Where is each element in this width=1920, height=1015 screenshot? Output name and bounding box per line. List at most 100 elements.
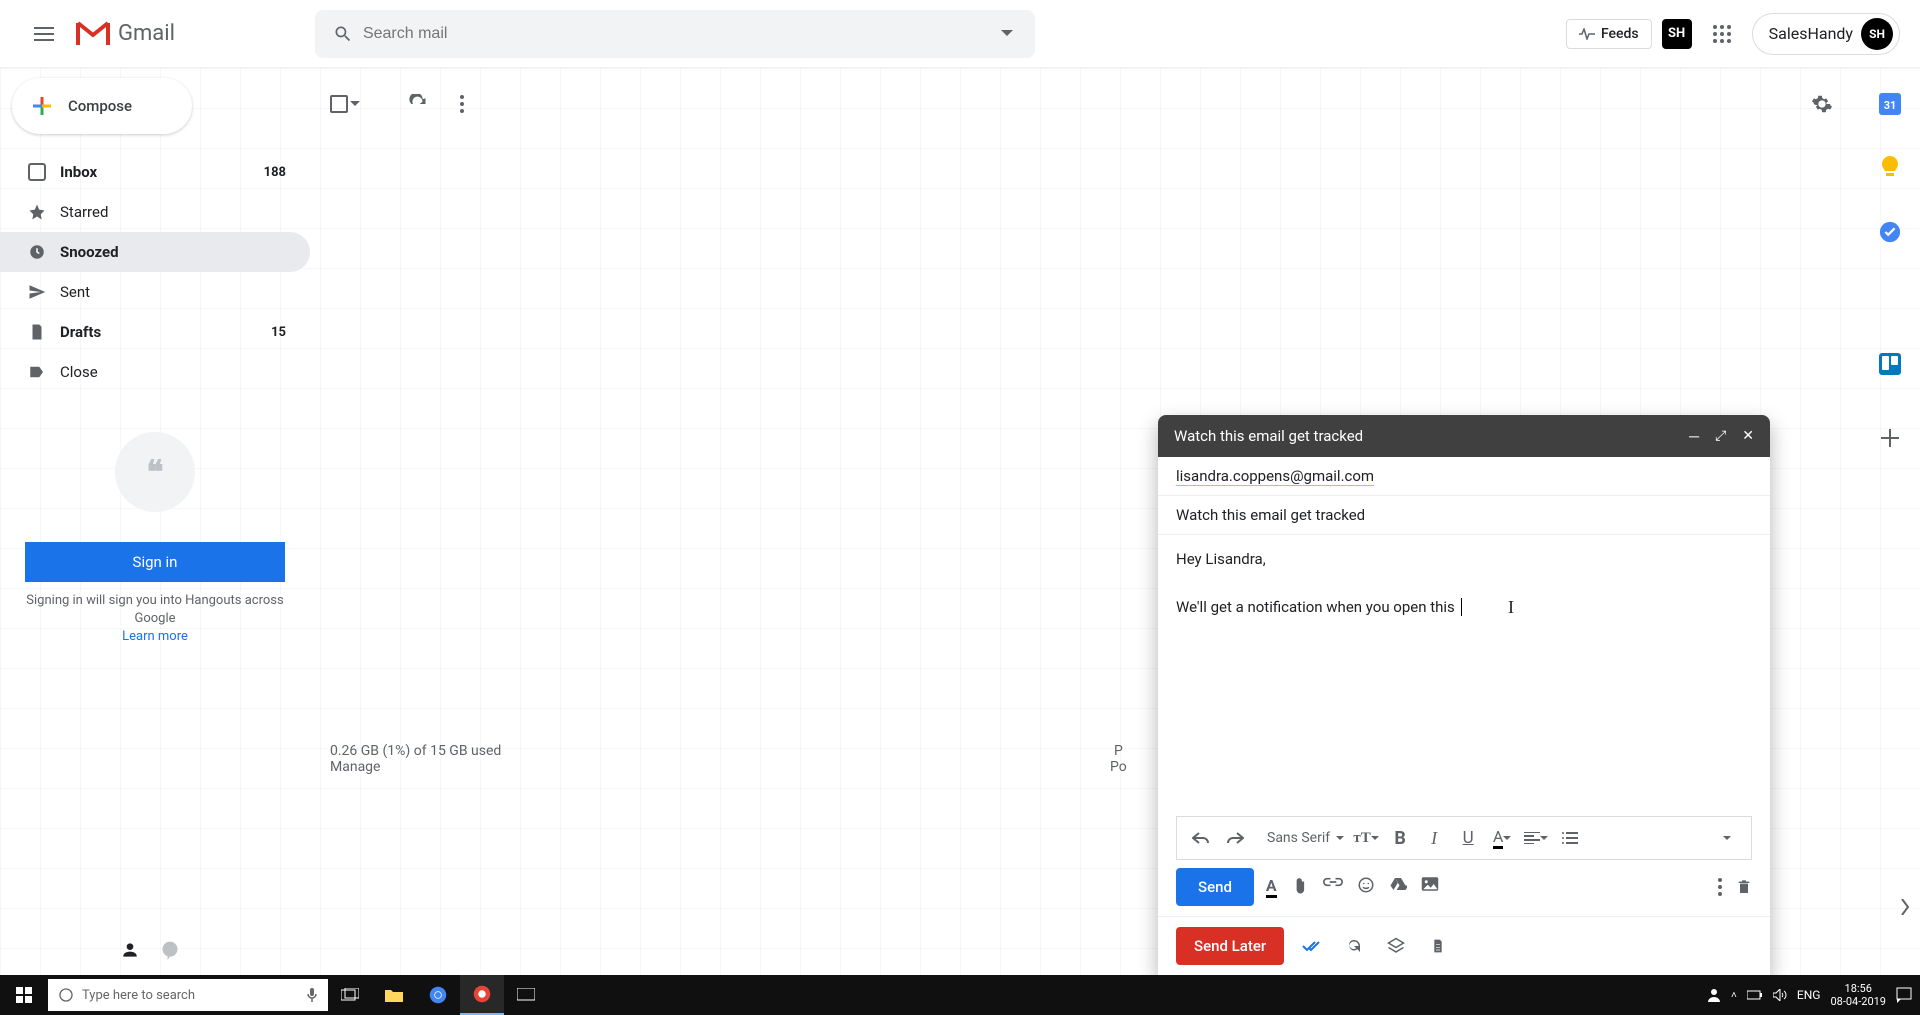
attach-icon[interactable]	[1291, 876, 1309, 896]
send-later-button[interactable]: Send Later	[1176, 927, 1284, 965]
trash-icon[interactable]	[1736, 878, 1752, 896]
side-panel-toggle[interactable]	[1900, 899, 1910, 915]
folder-icon	[385, 988, 403, 1002]
battery-icon[interactable]	[1747, 989, 1763, 1001]
body-line: Hey Lisandra,	[1176, 547, 1752, 571]
keep-addon[interactable]	[1872, 150, 1908, 186]
system-tray: ˄ ENG 18:56 08-04-2019	[1707, 982, 1920, 1008]
sidebar-item-label: Close	[60, 363, 98, 381]
drive-icon[interactable]	[1389, 876, 1407, 892]
minimize-button[interactable]: ─	[1689, 428, 1699, 445]
text-cursor-icon: I	[1508, 593, 1514, 622]
sidebar-item-label: Inbox	[60, 163, 97, 181]
sidebar-item-starred[interactable]: Starred	[0, 192, 310, 232]
main-menu-button[interactable]	[20, 10, 68, 58]
more-format-button[interactable]	[1711, 822, 1743, 854]
gmail-m-icon	[76, 21, 110, 47]
sequence-button[interactable]	[1340, 932, 1368, 960]
underline-button[interactable]: U	[1452, 822, 1484, 854]
more-vert-icon[interactable]	[1718, 878, 1722, 896]
chrome-app[interactable]	[416, 975, 460, 1015]
file-explorer-app[interactable]	[372, 975, 416, 1015]
settings-button[interactable]	[1804, 86, 1840, 122]
font-selector[interactable]: Sans Serif	[1263, 822, 1348, 854]
task-view-button[interactable]	[328, 975, 372, 1015]
volume-icon[interactable]	[1773, 989, 1787, 1001]
taskbar-search[interactable]: Type here to search	[48, 979, 328, 1011]
search-options-button[interactable]	[987, 14, 1027, 54]
recipient-chip[interactable]: lisandra.coppens@gmail.com	[1176, 467, 1374, 486]
bold-button[interactable]: B	[1384, 822, 1416, 854]
tasks-addon[interactable]	[1872, 214, 1908, 250]
image-icon[interactable]	[1421, 876, 1439, 892]
app-generic[interactable]	[504, 975, 548, 1015]
hangouts-signin-button[interactable]: Sign in	[25, 542, 285, 582]
search-input[interactable]	[363, 25, 987, 43]
list-button[interactable]	[1554, 822, 1586, 854]
plus-icon	[1881, 429, 1899, 447]
learn-more-link[interactable]: Learn more	[122, 629, 188, 644]
format-toggle-button[interactable]: A	[1266, 876, 1277, 898]
emoji-icon[interactable]	[1357, 876, 1375, 894]
sidebar-item-close[interactable]: Close	[0, 352, 310, 392]
trello-addon[interactable]	[1872, 346, 1908, 382]
refresh-button[interactable]	[400, 86, 436, 122]
clock-icon	[28, 243, 46, 261]
text-caret	[1461, 598, 1462, 616]
close-button[interactable]: ✕	[1742, 428, 1754, 445]
drafts-icon	[28, 323, 46, 341]
tray-expand[interactable]: ˄	[1731, 990, 1737, 1001]
sidebar-item-sent[interactable]: Sent	[0, 272, 310, 312]
get-addons-button[interactable]	[1872, 420, 1908, 456]
redo-button[interactable]	[1219, 822, 1251, 854]
hangouts-area: ❝ Sign in Signing in will sign you into …	[0, 432, 310, 647]
select-all-checkbox[interactable]	[330, 95, 360, 113]
language-indicator[interactable]: ENG	[1797, 988, 1821, 1002]
calendar-addon[interactable]: 31	[1872, 86, 1908, 122]
chevron-right-icon	[1900, 899, 1910, 915]
refresh-icon	[408, 94, 428, 114]
templates-button[interactable]	[1382, 932, 1410, 960]
manage-storage-link[interactable]: Manage	[330, 759, 380, 775]
sidebar-item-snoozed[interactable]: Snoozed	[0, 232, 310, 272]
clock[interactable]: 18:56 08-04-2019	[1830, 982, 1886, 1008]
hamburger-icon	[34, 27, 54, 41]
more-button[interactable]	[444, 86, 480, 122]
start-button[interactable]	[0, 975, 48, 1015]
compose-header[interactable]: Watch this email get tracked ─ ⤢ ✕	[1158, 415, 1770, 457]
notifications-icon[interactable]	[1896, 987, 1912, 1003]
text-color-button[interactable]: A	[1486, 822, 1518, 854]
link-icon[interactable]	[1323, 876, 1343, 888]
google-apps-button[interactable]	[1702, 14, 1742, 54]
person-icon[interactable]	[120, 940, 140, 960]
sidebar-item-drafts[interactable]: Drafts 15	[0, 312, 310, 352]
search-button[interactable]	[323, 14, 363, 54]
list-icon	[1562, 832, 1578, 844]
undo-button[interactable]	[1185, 822, 1217, 854]
fullscreen-button[interactable]: ⤢	[1715, 428, 1726, 445]
gmail-logo[interactable]: Gmail	[76, 21, 175, 47]
documents-button[interactable]	[1424, 932, 1452, 960]
side-panel: 31	[1860, 68, 1920, 975]
compose-window: Watch this email get tracked ─ ⤢ ✕ lisan…	[1158, 415, 1770, 975]
recipients-field[interactable]: lisandra.coppens@gmail.com	[1158, 457, 1770, 496]
font-size-button[interactable]: тT	[1350, 822, 1382, 854]
compose-label: Compose	[68, 97, 132, 115]
align-button[interactable]	[1520, 822, 1552, 854]
feeds-button[interactable]: Feeds	[1566, 19, 1652, 49]
document-icon	[1430, 936, 1446, 956]
tracking-toggle[interactable]	[1298, 932, 1326, 960]
saleshandy-account-button[interactable]: SalesHandy SH	[1752, 13, 1900, 55]
people-icon[interactable]	[1707, 988, 1721, 1002]
compose-body[interactable]: Hey Lisandra, We'll get a notification w…	[1158, 535, 1770, 816]
windows-taskbar: Type here to search ˄ ENG 18:56 08-04-20…	[0, 975, 1920, 1015]
chrome-app-active[interactable]	[460, 975, 504, 1015]
italic-button[interactable]: I	[1418, 822, 1450, 854]
subject-field[interactable]: Watch this email get tracked	[1158, 496, 1770, 535]
send-button[interactable]: Send	[1176, 868, 1254, 906]
search-bar[interactable]	[315, 10, 1035, 58]
sh-badge[interactable]: SH	[1662, 19, 1692, 49]
compose-button[interactable]: Compose	[12, 78, 192, 134]
sidebar-item-inbox[interactable]: Inbox 188	[0, 152, 310, 192]
hangouts-tab-icon[interactable]	[160, 940, 180, 960]
